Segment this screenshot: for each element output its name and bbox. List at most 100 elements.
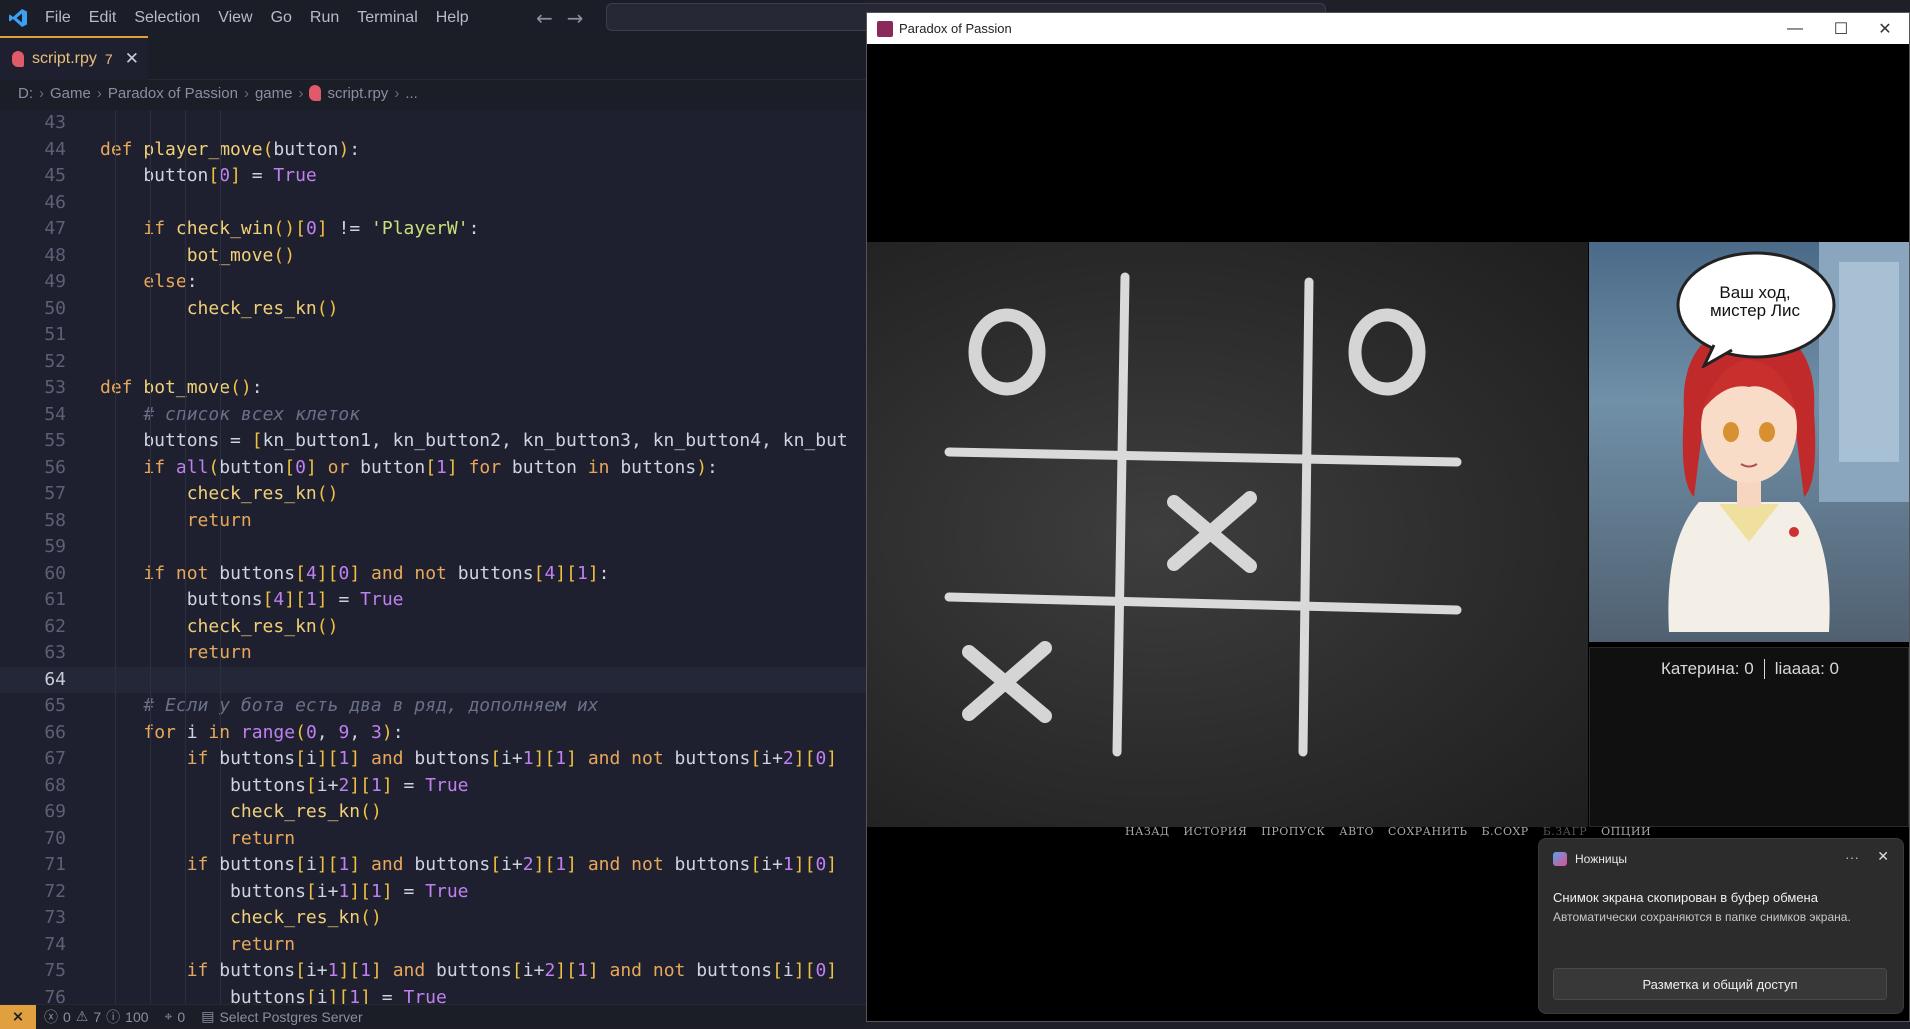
board-cells xyxy=(927,282,1467,752)
menu-file[interactable]: File xyxy=(36,0,80,36)
code-line[interactable]: 57 check_res_kn() xyxy=(0,481,866,508)
board-cell[interactable] xyxy=(1132,282,1292,422)
menu-go[interactable]: Go xyxy=(262,0,301,36)
grid-line xyxy=(1112,272,1130,757)
board-cell[interactable] xyxy=(927,612,1087,752)
code-line[interactable]: 71 if buttons[i][1] and buttons[i+2][1] … xyxy=(0,852,866,879)
code-line[interactable]: 64 xyxy=(0,666,866,693)
markup-and-share-button[interactable]: Разметка и общий доступ xyxy=(1553,968,1887,1000)
quick-menu-item[interactable]: Б.СОХР xyxy=(1481,825,1528,845)
tab-label: script.rpy xyxy=(32,50,97,67)
code-line[interactable]: 56 if all(button[0] or button[1] for but… xyxy=(0,455,866,482)
code-line[interactable]: 50 check_res_kn() xyxy=(0,296,866,323)
snipping-tool-notification[interactable]: Ножницы ··· ✕ Снимок экрана скопирован в… xyxy=(1538,838,1904,1014)
code-line[interactable]: 43 xyxy=(0,110,866,137)
quick-menu-item[interactable]: ПРОПУСК xyxy=(1261,825,1325,845)
breadcrumb-item[interactable]: Paradox of Passion xyxy=(108,85,238,102)
code-line[interactable]: 65 # Если у бота есть два в ряд, дополня… xyxy=(0,693,866,720)
board-cell[interactable] xyxy=(927,282,1087,422)
line-number: 53 xyxy=(44,377,66,398)
code-line[interactable]: 60 if not buttons[4][0] and not buttons[… xyxy=(0,561,866,588)
maximize-icon[interactable]: ☐ xyxy=(1818,13,1864,44)
code-line[interactable]: 47 if check_win()[0] != 'PlayerW': xyxy=(0,216,866,243)
board-cell[interactable] xyxy=(1132,462,1292,602)
code-line[interactable]: 53 def bot_move(): xyxy=(0,375,866,402)
board-cell[interactable] xyxy=(1307,282,1467,422)
line-number: 60 xyxy=(44,562,66,584)
code-text: buttons[i+2][1] = True xyxy=(100,774,469,796)
code-line[interactable]: 51 xyxy=(0,322,866,349)
menu-terminal[interactable]: Terminal xyxy=(348,0,426,36)
quick-menu-item[interactable]: АВТО xyxy=(1339,825,1374,845)
code-line[interactable]: 69 check_res_kn() xyxy=(0,799,866,826)
code-line[interactable]: 68 buttons[i+2][1] = True xyxy=(0,773,866,800)
close-icon[interactable]: ✕ xyxy=(1877,848,1889,865)
menu-help[interactable]: Help xyxy=(427,0,478,36)
code-text: buttons[i+1][1] = True xyxy=(100,880,469,902)
tab-script-rpy[interactable]: script.rpy 7 ✕ xyxy=(0,36,148,80)
line-number: 67 xyxy=(44,748,66,769)
code-line[interactable]: 48 bot_move() xyxy=(0,243,866,270)
code-line[interactable]: 62 check_res_kn() xyxy=(0,614,866,641)
board-cell[interactable] xyxy=(1132,612,1292,752)
line-number: 71 xyxy=(44,854,66,875)
line-number: 61 xyxy=(44,589,66,610)
code-text: def bot_move(): xyxy=(100,377,263,398)
board-cell[interactable] xyxy=(1307,612,1467,752)
minimize-icon[interactable]: — xyxy=(1772,13,1818,44)
quick-menu-item[interactable]: СОХРАНИТЬ xyxy=(1388,825,1467,845)
breadcrumb-item[interactable]: Game xyxy=(50,85,91,102)
code-line[interactable]: 52 xyxy=(0,349,866,376)
chevron-right-icon: › xyxy=(96,84,102,102)
breadcrumb-item[interactable]: script.rpy xyxy=(327,85,388,102)
tic-tac-toe-board[interactable] xyxy=(867,242,1588,827)
forward-arrow-icon[interactable]: → xyxy=(567,6,584,30)
code-line[interactable]: 72 buttons[i+1][1] = True xyxy=(0,879,866,906)
remote-indicator-icon[interactable]: ⨯ xyxy=(0,1004,36,1029)
code-line[interactable]: 54 # список всех клеток xyxy=(0,402,866,429)
menu-edit[interactable]: Edit xyxy=(80,0,126,36)
menu-selection[interactable]: Selection xyxy=(125,0,209,36)
back-arrow-icon[interactable]: ← xyxy=(536,6,553,30)
line-number: 56 xyxy=(44,456,66,478)
code-line[interactable]: 61 buttons[4][1] = True xyxy=(0,587,866,614)
menu-run[interactable]: Run xyxy=(301,0,348,36)
board-cell[interactable] xyxy=(927,462,1087,602)
code-editor[interactable]: 43 44 def player_move(button): 45 button[0]… xyxy=(0,110,866,1006)
code-line[interactable]: 73 check_res_kn() xyxy=(0,905,866,932)
code-line[interactable]: 66 for i in range(0, 9, 3): xyxy=(0,720,866,747)
close-icon[interactable]: ✕ xyxy=(1862,13,1908,44)
breadcrumb-item[interactable]: game xyxy=(255,85,293,102)
more-options-icon[interactable]: ··· xyxy=(1845,849,1859,865)
line-number: 57 xyxy=(44,483,66,504)
menu-view[interactable]: View xyxy=(209,0,261,36)
problems-indicator[interactable]: ⓧ 0 ⚠ 7 ⓘ 100 xyxy=(36,1007,157,1027)
code-line[interactable]: 45 button[0] = True xyxy=(0,163,866,190)
code-line[interactable]: 44 def player_move(button): xyxy=(0,137,866,164)
code-line[interactable]: 55 buttons = [kn_button1, kn_button2, kn… xyxy=(0,428,866,455)
postgres-server-selector[interactable]: ▤ Select Postgres Server xyxy=(193,1008,370,1025)
code-line[interactable]: 75 if buttons[i+1][1] and buttons[i+2][1… xyxy=(0,958,866,985)
code-line[interactable]: 58 return xyxy=(0,508,866,535)
breadcrumb-item[interactable]: D: xyxy=(18,85,33,102)
indent-guide xyxy=(150,110,151,1006)
board-cell[interactable] xyxy=(1307,462,1467,602)
ports-indicator[interactable]: ⌖ 0 xyxy=(157,1008,194,1025)
close-icon[interactable]: ✕ xyxy=(125,49,139,69)
line-number: 51 xyxy=(44,324,66,345)
code-line[interactable]: 59 xyxy=(0,534,866,561)
quick-menu-item[interactable]: НАЗАД xyxy=(1125,825,1170,845)
score-player-1: Катерина: 0 xyxy=(1660,659,1754,678)
breadcrumb-item[interactable]: ... xyxy=(405,85,418,102)
indent-guide xyxy=(185,110,186,1006)
code-line[interactable]: 76 buttons[i][1] = True xyxy=(0,985,866,1007)
code-line[interactable]: 67 if buttons[i][1] and buttons[i+1][1] … xyxy=(0,746,866,773)
line-number: 49 xyxy=(44,271,66,292)
quick-menu-item[interactable]: ИСТОРИЯ xyxy=(1184,825,1248,845)
code-line[interactable]: 63 return xyxy=(0,640,866,667)
code-line[interactable]: 70 return xyxy=(0,826,866,853)
code-line[interactable]: 49 else: xyxy=(0,269,866,296)
code-line[interactable]: 74 return xyxy=(0,932,866,959)
code-line[interactable]: 46 xyxy=(0,190,866,217)
line-number: 45 xyxy=(44,165,66,186)
